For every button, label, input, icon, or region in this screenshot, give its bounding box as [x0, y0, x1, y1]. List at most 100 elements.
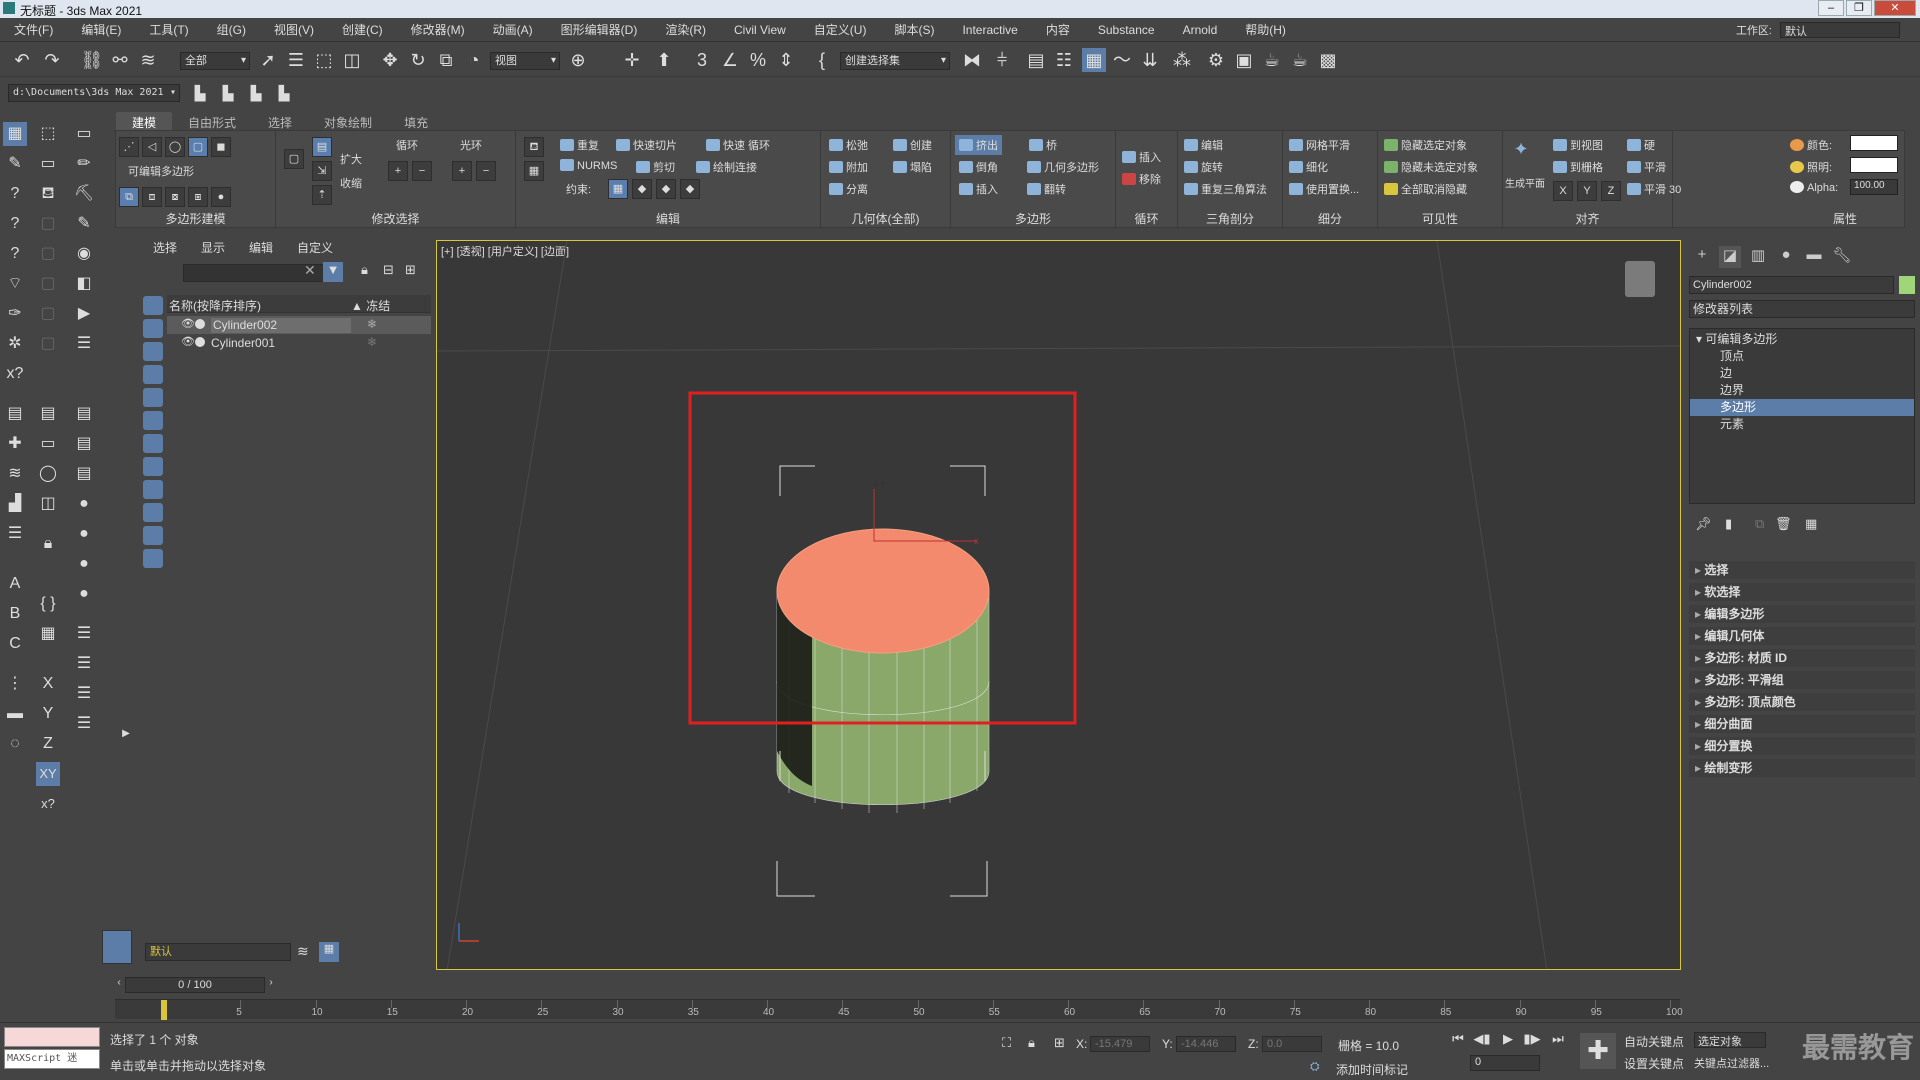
se-tab-display[interactable]: 显示	[189, 236, 237, 258]
text-a-icon[interactable]: A	[3, 572, 27, 596]
menu-animation[interactable]: 动画(A)	[479, 21, 547, 38]
hierarchy-panel-icon[interactable]: ▥	[1747, 246, 1769, 268]
filter-icon[interactable]: ▼	[323, 262, 343, 282]
menu-substance[interactable]: Substance	[1084, 23, 1169, 37]
cmd-create-icon[interactable]: ▭	[72, 122, 96, 146]
edit-named-sel-icon[interactable]: {	[810, 48, 834, 72]
align-to-view-button[interactable]: 到视图	[1553, 137, 1603, 153]
bevel-button[interactable]: 倒角	[959, 159, 998, 175]
move-icon[interactable]: ✥	[378, 48, 402, 72]
rollout-material-id[interactable]: 多边形: 材质 ID	[1689, 649, 1915, 667]
auto-key-button[interactable]: 自动关键点	[1624, 1033, 1684, 1050]
prev-frame-icon[interactable]: ◀▮	[1472, 1031, 1492, 1049]
filter-geometry-icon[interactable]	[143, 296, 163, 315]
hierarchy-expand-icon[interactable]: ⊞	[405, 262, 416, 278]
select-by-name-icon[interactable]: ☰	[284, 48, 308, 72]
loop-insert-button[interactable]: 插入	[1122, 149, 1161, 165]
filter-bones-icon[interactable]	[143, 480, 163, 499]
vertex-icon[interactable]: ⌔	[3, 272, 27, 296]
filter-cameras-icon[interactable]	[143, 365, 163, 384]
stack-item-edge[interactable]: 边	[1690, 365, 1914, 382]
align-z-button[interactable]: Z	[1601, 181, 1621, 201]
time-prev-icon[interactable]: ‹	[115, 977, 123, 993]
freeze-icon[interactable]: ❄	[367, 317, 377, 331]
cmd-motion-icon[interactable]: ✎	[72, 212, 96, 236]
set-key-big-icon[interactable]: ✚	[1580, 1033, 1616, 1069]
rollout-subdivision-displacement[interactable]: 细分置换	[1689, 737, 1915, 755]
filter-lights-icon[interactable]	[143, 342, 163, 361]
cmd-list-icon[interactable]: ☰	[72, 332, 96, 356]
cmd-hierarchy-icon[interactable]: ⛏	[72, 182, 96, 206]
pin-stack-icon[interactable]: 📌︎	[1695, 516, 1712, 532]
link-icon[interactable]: ⛓	[80, 48, 104, 72]
play-icon[interactable]: ▶	[1498, 1031, 1518, 1049]
tab-object-paint[interactable]: 对象绘制	[308, 112, 388, 130]
keyboard-shortcut-icon[interactable]: ⬆	[652, 48, 676, 72]
flip-button[interactable]: 翻转	[1027, 181, 1066, 197]
x-field[interactable]: -15.479	[1090, 1036, 1150, 1052]
hide-selected-button[interactable]: 隐藏选定对象	[1384, 137, 1467, 153]
alpha-spinner[interactable]: 100.00	[1850, 179, 1898, 195]
layers-b-icon[interactable]: ☰	[72, 622, 96, 646]
utilities-panel-icon[interactable]: 🔧︎	[1831, 246, 1853, 268]
menu-interactive[interactable]: Interactive	[948, 23, 1031, 37]
tab-selection[interactable]: 选择	[252, 112, 308, 130]
shrink-button[interactable]: 收缩	[340, 175, 362, 191]
bridge-button[interactable]: 桥	[1029, 137, 1057, 153]
filter-shapes-icon[interactable]	[143, 319, 163, 338]
hierarchy-icon[interactable]: ⊟	[383, 262, 394, 278]
maximize-button[interactable]: ❐	[1846, 0, 1872, 16]
tab-populate[interactable]: 填充	[388, 112, 444, 130]
render-icon[interactable]: ☕	[1260, 48, 1284, 72]
tab-modeling[interactable]: 建模	[116, 112, 173, 130]
menu-graph-editors[interactable]: 图形编辑器(D)	[547, 21, 652, 38]
menu-rendering[interactable]: 渲染(R)	[651, 21, 720, 38]
folder-icon[interactable]: ▭	[36, 432, 60, 456]
absolute-mode-icon[interactable]: ⊞	[1054, 1035, 1065, 1051]
lock-icon-2[interactable]: 🔒︎	[361, 262, 368, 278]
unlink-icon[interactable]: ⚯	[108, 48, 132, 72]
key-mode-dropdown[interactable]: 选定对象	[1694, 1032, 1766, 1048]
dotted-box-icon[interactable]: ⋮	[3, 672, 27, 696]
layers-c-icon[interactable]: ☰	[72, 652, 96, 676]
close-button[interactable]: ✕	[1874, 0, 1916, 16]
z-field[interactable]: 0.0	[1262, 1036, 1322, 1052]
layers-e-icon[interactable]: ☰	[72, 712, 96, 736]
gizmo-icon[interactable]: ✲	[3, 332, 27, 356]
current-frame-marker[interactable]	[161, 1000, 167, 1020]
maxscript-listener[interactable]: MAXScript 迷	[4, 1027, 100, 1073]
stack-item-polygon[interactable]: 多边形	[1690, 399, 1914, 416]
curve-editor-icon[interactable]: 〜	[1110, 48, 1134, 72]
rollout-edit-geometry[interactable]: 编辑几何体	[1689, 627, 1915, 645]
paint-select-icon[interactable]: ?	[3, 182, 27, 206]
spinner-snap-icon[interactable]: ⇕	[774, 48, 798, 72]
time-tag-icon[interactable]: ⛭	[1310, 1059, 1320, 1074]
filter-frozen-icon[interactable]	[143, 526, 163, 545]
menu-civil-view[interactable]: Civil View	[720, 23, 800, 37]
repeat-button[interactable]: 重复	[560, 137, 599, 153]
undo-icon[interactable]: ↶	[10, 48, 34, 72]
axis-x-extra-icon[interactable]: x?	[36, 792, 60, 816]
sphere-c-icon[interactable]: ●	[72, 552, 96, 576]
workspace-dropdown[interactable]: 默认	[1780, 22, 1900, 38]
hidden-icon[interactable]: ◫	[36, 492, 60, 516]
material-editor-icon[interactable]: ⁂	[1170, 48, 1194, 72]
viewport-perspective[interactable]: [+] [透视] [用户定义] [边面] z y x	[436, 240, 1681, 970]
schematic-view-icon[interactable]: ⇊	[1138, 48, 1162, 72]
rollout-subdivision-surface[interactable]: 细分曲面	[1689, 715, 1915, 733]
render-iterative-icon[interactable]: ☕	[1288, 48, 1312, 72]
rotate-icon[interactable]: ↻	[406, 48, 430, 72]
ring-button[interactable]: 光环	[460, 137, 482, 153]
lock-icon[interactable]: 🔒︎	[36, 532, 60, 556]
menu-create[interactable]: 创建(C)	[328, 21, 397, 38]
filter-spacewarps-icon[interactable]	[143, 411, 163, 430]
layer-icon[interactable]: ▤	[3, 402, 27, 426]
tessellate-button[interactable]: 细化	[1289, 159, 1328, 175]
goto-start-icon[interactable]: ⏮	[1448, 1031, 1468, 1049]
configure-sets-icon[interactable]: ▦	[1805, 516, 1817, 532]
toggle-ribbon-icon[interactable]: ▦	[1082, 48, 1106, 72]
sphere-a-icon[interactable]: ●	[72, 492, 96, 516]
select-manipulate-icon[interactable]: ✛	[620, 48, 644, 72]
object-name-field[interactable]: Cylinder002	[1689, 276, 1894, 294]
project-open-icon[interactable]: ▙	[244, 81, 268, 105]
